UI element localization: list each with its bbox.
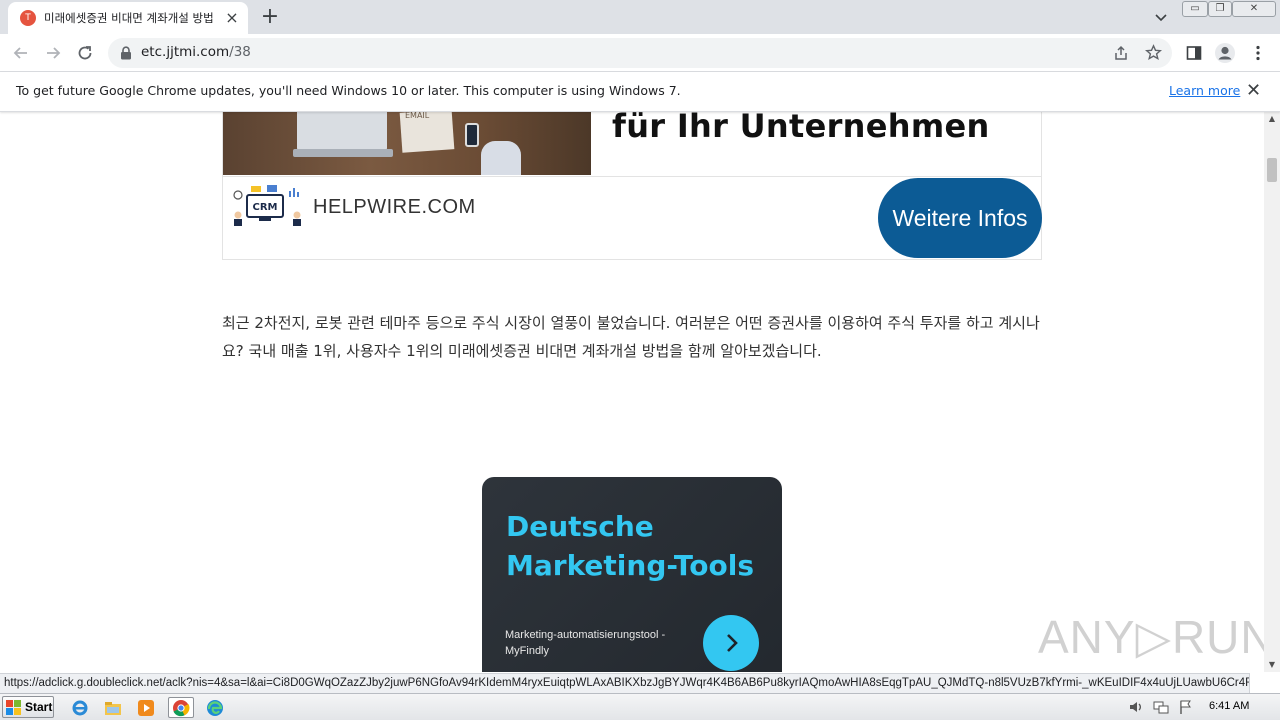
back-button[interactable] [10, 42, 32, 64]
tab-search-chevron-icon[interactable] [1152, 8, 1170, 26]
page-viewport: EMAIL für Ihr Unternehmen CRM HELPWIRE.C… [0, 112, 1264, 672]
ad-photo-text: EMAIL [405, 112, 430, 120]
learn-more-link[interactable]: Learn more [1169, 83, 1240, 98]
back-arrow-icon [13, 47, 27, 59]
browser-toolbar: etc.jjtmi.com/38 [0, 34, 1280, 72]
media-player-icon[interactable] [135, 697, 157, 718]
helpwire-ad[interactable]: EMAIL für Ihr Unternehmen CRM HELPWIRE.C… [222, 112, 1042, 260]
action-center-flag-icon[interactable] [1178, 699, 1194, 715]
article-paragraph: 최근 2차전지, 로봇 관련 테마주 등으로 주식 시장이 열풍이 불었습니다.… [222, 314, 1040, 360]
crm-logo-text: CRM [253, 202, 278, 213]
side-panel-button[interactable] [1183, 42, 1205, 64]
network-icon[interactable] [1153, 699, 1169, 715]
restore-window-button[interactable]: ❐ [1208, 1, 1232, 17]
file-explorer-icon[interactable] [102, 697, 124, 718]
ad2-arrow-button[interactable] [703, 615, 759, 671]
site-favicon-icon: T [20, 10, 36, 26]
reload-icon [78, 46, 92, 60]
internet-explorer-icon[interactable] [69, 697, 91, 718]
profile-button[interactable] [1214, 42, 1236, 64]
chevron-right-icon [727, 634, 738, 652]
forward-button[interactable] [42, 42, 64, 64]
scroll-thumb[interactable] [1267, 158, 1277, 182]
forward-arrow-icon [47, 47, 61, 59]
ad-photo: EMAIL [223, 112, 591, 175]
start-label: Start [25, 700, 53, 714]
infobar-message: To get future Google Chrome updates, you… [16, 83, 681, 98]
reload-button[interactable] [74, 42, 96, 64]
profile-avatar-icon [1215, 43, 1235, 63]
windows-logo-icon [6, 699, 21, 715]
ad2-title: Deutsche Marketing-Tools [506, 510, 755, 582]
volume-icon[interactable] [1128, 699, 1144, 715]
side-panel-icon [1186, 46, 1202, 60]
link-status-bar: https://adclick.g.doubleclick.net/aclk?n… [0, 673, 1250, 693]
ad-headline: für Ihr Unternehmen [612, 112, 990, 145]
vertical-scrollbar[interactable]: ▲ ▼ [1264, 112, 1280, 672]
close-tab-icon[interactable]: × [224, 10, 240, 26]
infobar-close-icon[interactable]: ✕ [1246, 80, 1261, 101]
lock-icon[interactable] [120, 46, 132, 60]
tab-title: 미래에셋증권 비대면 계좌개설 방법 [44, 11, 214, 25]
taskbar-clock[interactable]: 6:41 AM [1209, 700, 1249, 712]
chrome-taskbar-icon[interactable] [168, 697, 194, 718]
ad2-subtitle: Marketing-automatisierungstool - MyFindl… [505, 629, 666, 657]
scroll-down-icon[interactable]: ▼ [1264, 658, 1280, 672]
anyrun-watermark: ANY▷RUN [1038, 611, 1264, 663]
marketing-tools-ad[interactable]: Deutsche Marketing-Tools Marketing-autom… [482, 477, 782, 672]
start-button[interactable]: Start [2, 696, 54, 718]
ad-brand: HELPWIRE.COM [313, 196, 476, 218]
new-tab-button[interactable]: + [258, 6, 282, 30]
scroll-up-icon[interactable]: ▲ [1264, 112, 1280, 126]
chrome-menu-button[interactable] [1247, 42, 1269, 64]
weitere-infos-button[interactable]: Weitere Infos [878, 178, 1042, 258]
share-icon[interactable] [1113, 45, 1129, 61]
windows-taskbar: Start 6:41 AM [0, 693, 1280, 720]
kebab-menu-icon [1256, 45, 1260, 61]
minimize-window-button[interactable]: ▭ [1182, 1, 1208, 17]
url-text: etc.jjtmi.com/38 [141, 44, 251, 60]
update-infobar: To get future Google Chrome updates, you… [0, 72, 1280, 112]
edge-icon[interactable] [204, 697, 226, 718]
close-window-button[interactable]: ✕ [1232, 1, 1276, 17]
bookmark-star-icon[interactable] [1145, 44, 1162, 61]
address-bar[interactable]: etc.jjtmi.com/38 [108, 38, 1172, 68]
tab-strip: T 미래에셋증권 비대면 계좌개설 방법 × + ▭ ❐ ✕ [0, 0, 1280, 34]
screen: T 미래에셋증권 비대면 계좌개설 방법 × + ▭ ❐ ✕ etc.jjtmi… [0, 0, 1280, 720]
crm-logo-icon: CRM [233, 185, 301, 226]
browser-tab[interactable]: T 미래에셋증권 비대면 계좌개설 방법 × [8, 2, 248, 34]
